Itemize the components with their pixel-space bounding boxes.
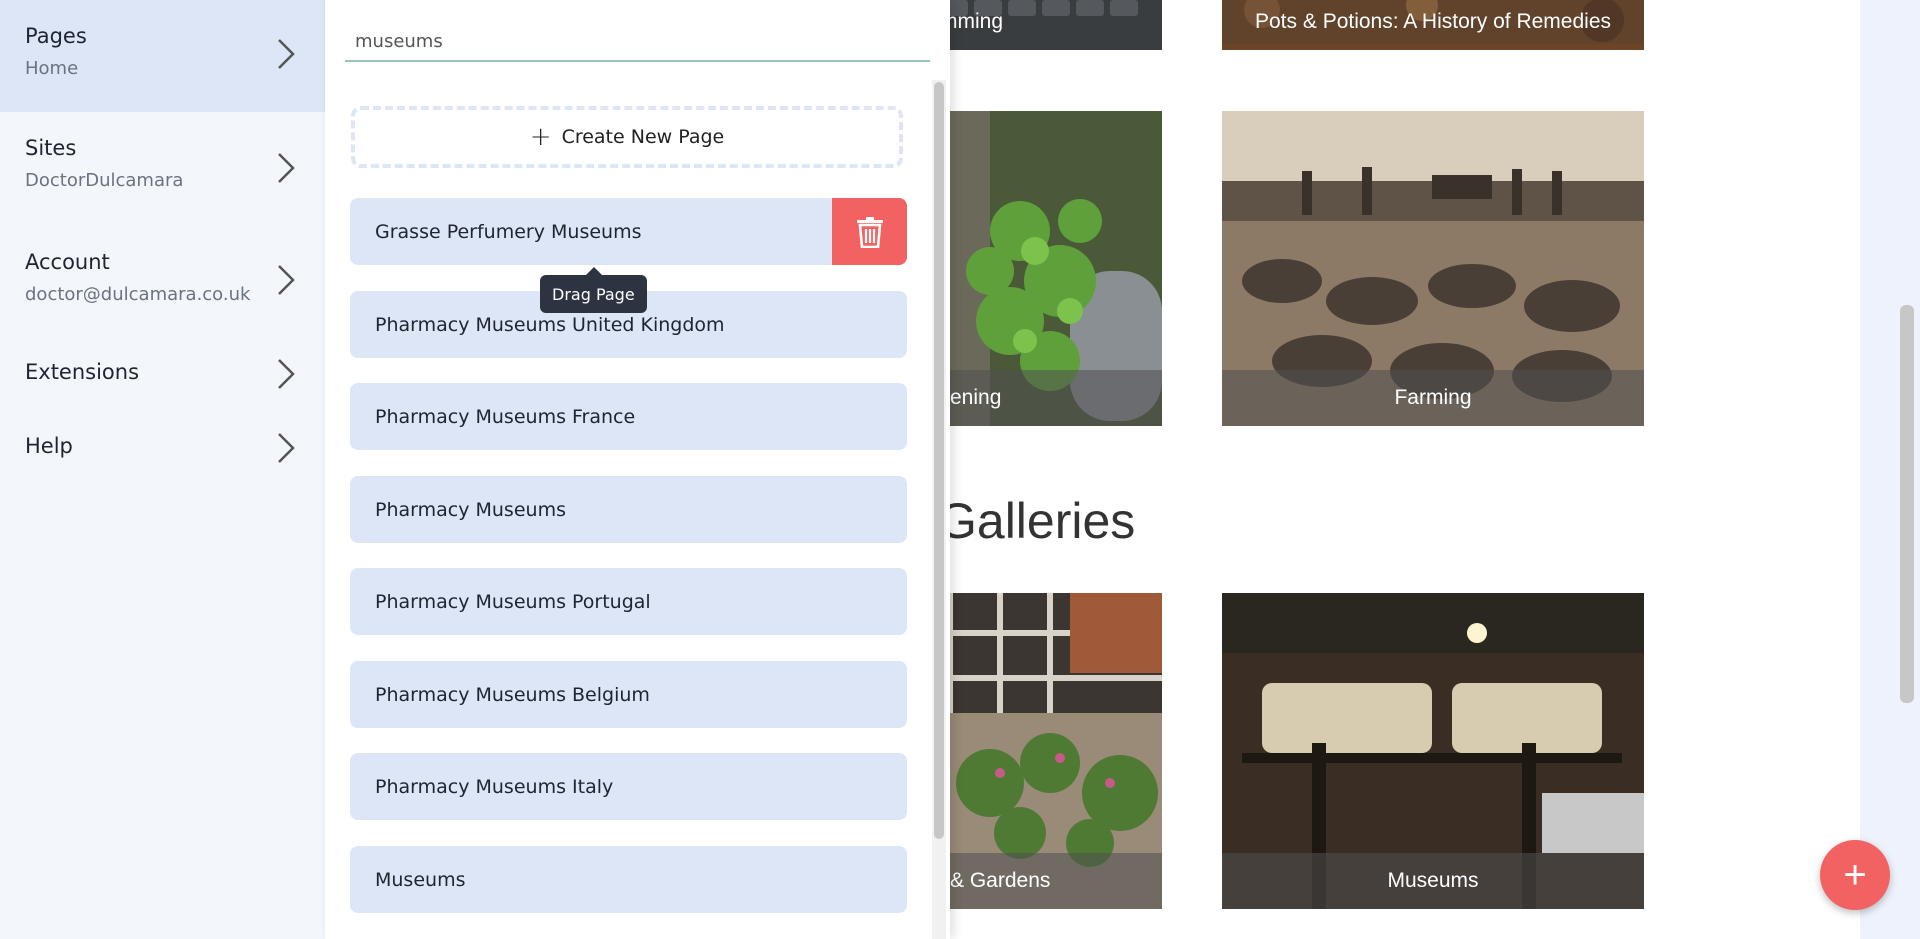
page-list-item[interactable]: Grasse Perfumery Museums [350, 198, 907, 265]
page-list-item[interactable]: Pharmacy Museums Portugal [350, 568, 907, 635]
tile-caption: Museums [1222, 853, 1644, 909]
page-item-label: Pharmacy Museums Italy [375, 775, 614, 798]
gallery-tile-museums[interactable]: Museums [1222, 593, 1644, 909]
page-item-label: Pharmacy Museums United Kingdom [375, 313, 725, 336]
nav-item-extensions[interactable]: Extensions [0, 336, 325, 410]
gallery-tile-farming[interactable]: Farming [1222, 111, 1644, 426]
gallery-tile-pots-potions[interactable]: Pots & Potions: A History of Remedies [1222, 0, 1644, 50]
gallery-tile-gardening[interactable]: ening [950, 111, 1162, 426]
tile-caption: Farming [1222, 370, 1644, 426]
drag-page-tooltip: Drag Page [540, 267, 647, 313]
chevron-right-icon [278, 39, 295, 69]
page-content: mming Pots & Potions: A History of Remed… [950, 0, 1920, 939]
page-item-label: Pharmacy Museums Belgium [375, 683, 650, 706]
pages-panel: + Create New Page Grasse Perfumery Museu… [325, 0, 950, 939]
tile-caption: ening [950, 370, 1162, 426]
chevron-right-icon [278, 433, 295, 463]
gallery-tile-gardens[interactable]: & Gardens [950, 593, 1162, 909]
create-new-page-label: Create New Page [561, 126, 725, 148]
nav-item-sites[interactable]: Sites DoctorDulcamara [0, 112, 325, 224]
section-heading: Galleries [950, 493, 1136, 549]
plus-icon: + [529, 122, 552, 152]
chevron-right-icon [278, 265, 295, 295]
page-list-item[interactable]: Pharmacy Museums France [350, 383, 907, 450]
page-item-label: Pharmacy Museums Portugal [375, 590, 651, 613]
add-fab-button[interactable]: + [1820, 840, 1890, 910]
page-list-item[interactable]: Pharmacy Museums Italy [350, 753, 907, 820]
page-item-label: Pharmacy Museums France [375, 405, 636, 428]
nav-item-help[interactable]: Help [0, 410, 325, 484]
chevron-right-icon [278, 153, 295, 183]
nav-item-account[interactable]: Account doctor@dulcamara.co.uk [0, 224, 325, 336]
tile-caption: mming [950, 10, 1004, 33]
page-scrollbar[interactable] [1900, 305, 1914, 703]
create-new-page-button[interactable]: + Create New Page [351, 106, 903, 168]
page-list-item[interactable]: Pharmacy Museums Belgium [350, 661, 907, 728]
page-list-item[interactable]: Pharmacy Museums [350, 476, 907, 543]
page-item-label: Museums [375, 868, 466, 891]
page-search-input[interactable] [345, 22, 930, 62]
panel-scrollbar-thumb[interactable] [934, 82, 944, 839]
page-item-label: Grasse Perfumery Museums [375, 220, 642, 243]
nav-item-pages[interactable]: Pages Home [0, 0, 325, 112]
tile-caption: Pots & Potions: A History of Remedies [1222, 0, 1644, 44]
tile-caption: & Gardens [950, 853, 1162, 909]
gallery-tile-programming[interactable]: mming [950, 0, 1162, 50]
page-list-item[interactable]: Museums [350, 846, 907, 913]
page-item-label: Pharmacy Museums [375, 498, 566, 521]
delete-page-button[interactable] [832, 198, 907, 265]
main-nav-sidebar: Pages Home Sites DoctorDulcamara Account… [0, 0, 325, 939]
chevron-right-icon [278, 359, 295, 389]
trash-icon [856, 216, 883, 248]
